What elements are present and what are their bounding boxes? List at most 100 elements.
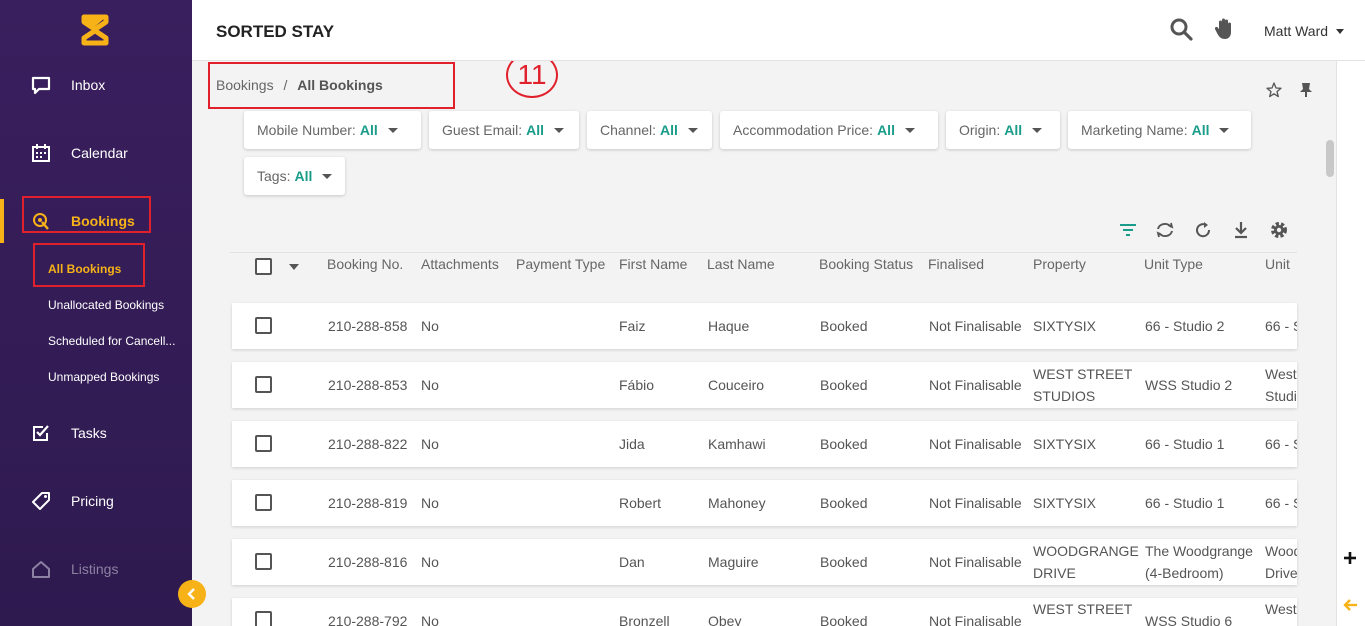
cell-booking-no[interactable]: 210-288-792 (328, 613, 407, 626)
pricing-tag-icon (30, 490, 52, 512)
cell-last-name: Couceiro (708, 377, 765, 393)
cell-property-line: WOODGRANGE (1033, 543, 1139, 559)
sidebar-item-listings[interactable]: Listings (0, 547, 192, 591)
sidebar-item-label: Listings (71, 561, 119, 577)
sync-icon[interactable] (1153, 218, 1177, 242)
table-row[interactable]: 210-288-816 No Dan Maguire Booked Not Fi… (232, 539, 1297, 585)
filter-origin[interactable]: Origin: All (946, 111, 1060, 149)
cell-booking-status: Booked (820, 318, 868, 334)
filter-channel[interactable]: Channel: All (587, 111, 712, 149)
column-header-last-name[interactable]: Last Name (707, 256, 775, 272)
cell-booking-no[interactable]: 210-288-822 (328, 436, 407, 452)
cell-booking-no[interactable]: 210-288-858 (328, 318, 407, 334)
caret-down-icon (1219, 127, 1230, 133)
sidebar-collapse-button[interactable] (178, 580, 206, 608)
cell-unit-line: Wood (1265, 543, 1297, 559)
arrow-left-icon[interactable] (1341, 596, 1359, 614)
refresh-icon[interactable] (1191, 218, 1215, 242)
filter-value: All (1191, 122, 1210, 138)
sidebar-subitem-scheduled-for-cancellation[interactable]: Scheduled for Cancell... (48, 334, 175, 348)
column-header-finalised[interactable]: Finalised (928, 256, 984, 272)
cell-unit: 66 - S (1265, 436, 1297, 452)
table-row[interactable]: 210-288-792 No Bronzell Obey Booked Not … (232, 598, 1297, 626)
cell-booking-no[interactable]: 210-288-819 (328, 495, 407, 511)
filter-label: Tags: (257, 168, 291, 184)
download-icon[interactable] (1229, 218, 1253, 242)
breadcrumb-separator: / (283, 77, 288, 93)
sidebar-item-calendar[interactable]: Calendar (0, 131, 192, 175)
column-header-attachments[interactable]: Attachments (421, 256, 499, 272)
column-header-booking-status[interactable]: Booking Status (819, 256, 913, 272)
annotation-box-bookings (22, 196, 151, 233)
sidebar-item-tasks[interactable]: Tasks (0, 411, 192, 455)
cell-booking-status: Booked (820, 613, 868, 626)
filter-label: Mobile Number: (257, 122, 356, 138)
cell-finalised: Not Finalisable (929, 613, 1022, 626)
sidebar-subitem-unmapped-bookings[interactable]: Unmapped Bookings (48, 370, 159, 384)
annotation-box-all-bookings (33, 243, 145, 287)
filter-mobile-number[interactable]: Mobile Number: All (244, 111, 421, 149)
sidebar-item-pricing[interactable]: Pricing (0, 479, 192, 523)
row-checkbox[interactable] (255, 611, 272, 626)
caret-down-icon (554, 127, 565, 133)
filter-value: All (877, 122, 895, 138)
column-header-property[interactable]: Property (1033, 256, 1086, 272)
table-row[interactable]: 210-288-853 No Fábio Couceiro Booked Not… (232, 362, 1297, 408)
hand-raise-icon[interactable] (1211, 16, 1237, 42)
row-checkbox[interactable] (255, 317, 272, 334)
column-header-unit[interactable]: Unit (1265, 256, 1290, 272)
column-header-unit-type[interactable]: Unit Type (1144, 256, 1203, 272)
app-logo[interactable] (80, 14, 110, 46)
plus-icon[interactable] (1341, 549, 1359, 567)
select-all-checkbox[interactable] (255, 258, 272, 275)
cell-last-name: Maguire (708, 554, 759, 570)
cell-unit-type: WSS Studio 6 (1145, 613, 1233, 626)
cell-property: WOODGRANGE DRIVE (1033, 540, 1139, 584)
user-name: Matt Ward (1264, 23, 1329, 39)
select-options-caret-icon[interactable] (289, 264, 299, 270)
vertical-scrollbar[interactable] (1326, 140, 1334, 177)
sidebar-subitem-unallocated-bookings[interactable]: Unallocated Bookings (48, 298, 164, 312)
star-icon[interactable] (1264, 80, 1284, 100)
table-row[interactable]: 210-288-819 No Robert Mahoney Booked Not… (232, 480, 1297, 526)
row-checkbox[interactable] (255, 553, 272, 570)
cell-property: SIXTYSIX (1033, 436, 1097, 452)
filter-lines-icon[interactable] (1116, 218, 1140, 242)
table-row[interactable]: 210-288-822 No Jida Kamhawi Booked Not F… (232, 421, 1297, 467)
cell-booking-no[interactable]: 210-288-816 (328, 554, 407, 570)
column-header-payment-type[interactable]: Payment Type (516, 256, 605, 272)
filter-value: All (526, 122, 545, 138)
filter-value: All (359, 122, 378, 138)
filter-accommodation-price[interactable]: Accommodation Price: All (720, 111, 938, 149)
caret-down-icon (387, 127, 398, 133)
cell-property-line: WEST STREET (1033, 366, 1133, 382)
cell-first-name: Dan (619, 554, 645, 570)
filter-guest-email[interactable]: Guest Email: All (429, 111, 579, 149)
cell-property-line: DRIVE (1033, 565, 1076, 581)
filter-value: All (294, 168, 313, 184)
column-header-booking-no[interactable]: Booking No. (327, 256, 403, 272)
gear-icon[interactable] (1267, 218, 1291, 242)
cell-first-name: Faiz (619, 318, 646, 334)
cell-unit: Wood Drive (1265, 540, 1297, 584)
cell-booking-no[interactable]: 210-288-853 (328, 377, 407, 393)
filter-label: Channel: (600, 122, 657, 138)
user-menu[interactable]: Matt Ward (1264, 23, 1345, 39)
filter-marketing-name[interactable]: Marketing Name: All (1068, 111, 1251, 149)
row-checkbox[interactable] (255, 435, 272, 452)
row-checkbox[interactable] (255, 494, 272, 511)
row-checkbox[interactable] (255, 376, 272, 393)
search-icon[interactable] (1168, 16, 1194, 42)
table-row[interactable]: 210-288-858 No Faiz Haque Booked Not Fin… (232, 303, 1297, 349)
filter-tags[interactable]: Tags: All (244, 157, 345, 195)
app-title: SORTED STAY (216, 22, 335, 41)
cell-booking-status: Booked (820, 495, 868, 511)
cell-unit-line: Studi (1265, 388, 1297, 404)
sidebar-item-inbox[interactable]: Inbox (0, 63, 192, 107)
filter-label: Marketing Name: (1081, 122, 1188, 138)
breadcrumb-parent-link[interactable]: Bookings (216, 77, 274, 93)
cell-unit-type-line: The Woodgrange (1145, 543, 1253, 559)
column-header-first-name[interactable]: First Name (619, 256, 687, 272)
top-header: SORTED STAY Matt Ward (192, 0, 1365, 61)
pin-icon[interactable] (1296, 80, 1316, 100)
